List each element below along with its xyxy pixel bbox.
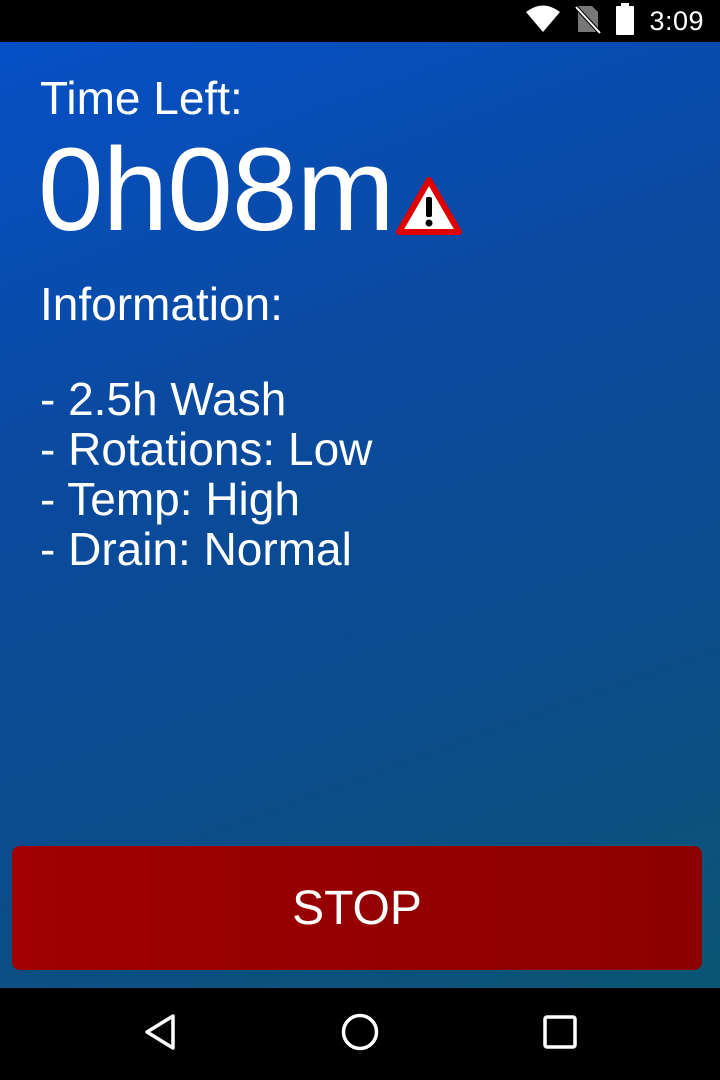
information-label: Information: (40, 278, 283, 330)
stop-button[interactable]: STOP (12, 846, 702, 970)
battery-icon (615, 2, 635, 40)
recents-icon (542, 1014, 578, 1055)
time-left-label: Time Left: (40, 72, 243, 124)
info-item-rotations: - Rotations: Low (40, 423, 373, 475)
warning-triangle-icon (394, 177, 462, 250)
info-item-wash: - 2.5h Wash (40, 373, 287, 425)
info-item-drain: - Drain: Normal (40, 523, 352, 575)
status-icons: 3:09 (525, 0, 704, 42)
home-button[interactable] (300, 988, 420, 1080)
time-left-value: 0h08m (38, 124, 395, 256)
recents-button[interactable] (500, 988, 620, 1080)
back-button[interactable] (100, 988, 220, 1080)
status-bar: 3:09 (0, 0, 720, 42)
nav-bar (0, 988, 720, 1080)
no-sim-icon (574, 4, 602, 39)
wifi-icon (525, 5, 561, 38)
home-icon (340, 1012, 380, 1057)
info-list: - 2.5h Wash - Rotations: Low - Temp: Hig… (40, 374, 372, 574)
time-left-row: 0h08m (38, 130, 462, 250)
info-item-temp: - Temp: High (40, 473, 300, 525)
back-icon (142, 1013, 178, 1056)
main-panel: Time Left: 0h08m Information: - 2.5h Was… (0, 42, 720, 988)
status-time: 3:09 (649, 5, 704, 36)
